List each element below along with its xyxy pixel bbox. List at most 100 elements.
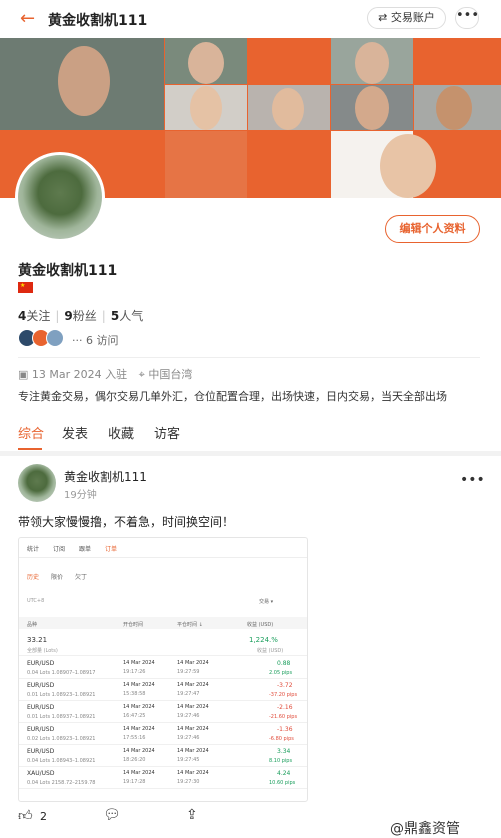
top-bar: ← 黄金收割机111 ⇄ 交易账户 ••• xyxy=(0,0,501,38)
trade-open-date: 14 Mar 2024 xyxy=(123,726,155,732)
trade-open-date: 14 Mar 2024 xyxy=(123,660,155,666)
screenshot-subtab: 欠丁 xyxy=(75,574,88,581)
trade-close-date: 14 Mar 2024 xyxy=(177,726,209,732)
trade-open-time: 19:17:28 xyxy=(123,779,146,785)
china-flag-icon: ★ xyxy=(18,282,33,293)
trade-lots: 0.04 Lots 1.08907–1.08917 xyxy=(27,670,96,676)
screenshot-subtab: 历史 xyxy=(27,574,40,581)
trade-open-time: 16:47:25 xyxy=(123,713,146,719)
trade-open-time: 17:55:16 xyxy=(123,735,146,741)
back-arrow-icon[interactable]: ← xyxy=(20,8,35,29)
location: 中国台湾 xyxy=(148,368,193,381)
tab-visitors[interactable]: 访客 xyxy=(154,423,180,442)
screenshot-trade-row: EUR/USD 0.01 Lots 1.08923–1.08921 14 Mar 2… xyxy=(19,679,307,701)
like-icon[interactable]: 👍︎ xyxy=(18,807,33,824)
post-author-name[interactable]: 黄金收割机111 xyxy=(64,468,147,485)
trade-close-time: 19:27:46 xyxy=(177,713,200,719)
post-image-trade-history[interactable]: 统计 订阅 跟单 订单 历史 限价 欠丁 UTC+8 交易 ▾ 品种 开仓时间 … xyxy=(18,537,308,802)
trade-symbol: XAU/USD xyxy=(27,770,55,777)
post-text: 带领大家慢慢撸，不着急，时间换空间！ xyxy=(18,515,235,529)
fans-label[interactable]: 粉丝 xyxy=(73,309,97,323)
trade-open-time: 15:38:58 xyxy=(123,691,146,697)
section-gap xyxy=(0,451,501,456)
screenshot-table-header: 品种 开仓时间 平仓时间 ↓ 收益 (USD) xyxy=(19,617,307,629)
screenshot-summary: 33.21 全部量 (Lots) 1,224.% 收益 (USD) xyxy=(19,634,307,656)
post-more-icon[interactable]: ••• xyxy=(460,472,485,488)
trade-symbol: EUR/USD xyxy=(27,748,55,755)
trade-lots: 0.01 Lots 1.08923–1.08921 xyxy=(27,692,96,698)
profile-avatar[interactable] xyxy=(15,152,105,242)
trade-pips: -37.20 pips xyxy=(269,692,298,698)
summary-total: 33.21 xyxy=(27,636,48,644)
share-icon[interactable]: ⇪ xyxy=(186,807,198,823)
trade-close-time: 19:27:46 xyxy=(177,735,200,741)
trade-open-date: 14 Mar 2024 xyxy=(123,748,155,754)
trade-symbol: EUR/USD xyxy=(27,726,55,733)
visitor-avatar[interactable] xyxy=(46,329,64,347)
trade-symbol: EUR/USD xyxy=(27,660,55,667)
trade-pips: 8.10 pips xyxy=(269,758,293,764)
join-date: 13 Mar 2024 入驻 xyxy=(31,368,128,381)
like-count: 2 xyxy=(40,810,47,823)
trade-lots: 0.01 Lots 1.08937–1.08921 xyxy=(27,714,96,720)
trade-close-date: 14 Mar 2024 xyxy=(177,660,209,666)
tab-posts[interactable]: 发表 xyxy=(62,423,88,442)
summary-profit: 1,224.% xyxy=(249,636,278,644)
trade-pnl: -3.72 xyxy=(277,682,293,689)
trade-open-date: 14 Mar 2024 xyxy=(123,770,155,776)
trade-pips: -21.60 pips xyxy=(269,714,298,720)
tab-favorites[interactable]: 收藏 xyxy=(108,423,134,442)
summary-total-label: 全部量 (Lots) xyxy=(27,648,58,654)
visit-count[interactable]: ··· 6 访问 xyxy=(72,332,118,348)
trade-pips: 10.60 pips xyxy=(269,780,296,786)
tab-overview[interactable]: 综合 xyxy=(18,423,44,442)
cover-photo-face xyxy=(355,42,389,84)
screenshot-trade-row: EUR/USD 0.04 Lots 1.08907–1.08917 14 Mar 2… xyxy=(19,657,307,679)
summary-profit-label: 收益 (USD) xyxy=(257,648,284,654)
screenshot-col-header: 品种 xyxy=(27,622,38,628)
popularity-label: 人气 xyxy=(119,309,144,323)
trade-lots: 0.02 Lots 1.08923–1.08921 xyxy=(27,736,96,742)
trade-close-date: 14 Mar 2024 xyxy=(177,748,209,754)
calendar-icon: ▣ xyxy=(18,368,32,381)
active-tab-indicator xyxy=(18,448,42,450)
screenshot-trade-row: EUR/USD 0.04 Lots 1.08943–1.08921 14 Mar 2… xyxy=(19,745,307,767)
cover-photo-face xyxy=(58,46,110,116)
profile-meta: ▣ 13 Mar 2024 入驻 ⌖ 中国台湾 xyxy=(18,366,192,382)
cover-photo-face xyxy=(355,86,389,130)
cover-photo-face xyxy=(380,134,436,198)
page-title: 黄金收割机111 xyxy=(48,13,148,29)
trading-account-button[interactable]: ⇄ 交易账户 xyxy=(367,7,446,29)
profile-stats: 4关注 | 9粉丝 | 5人气 xyxy=(18,309,144,323)
trade-open-time: 18:26:20 xyxy=(123,757,146,763)
edit-profile-button[interactable]: 编辑个人资料 xyxy=(385,215,480,243)
screenshot-col-header: 收益 (USD) xyxy=(247,622,274,628)
trade-symbol: EUR/USD xyxy=(27,704,55,711)
trade-close-time: 19:27:59 xyxy=(177,669,200,675)
trade-pnl: -2.16 xyxy=(277,704,293,711)
screenshot-tab: 订阅 xyxy=(53,546,66,553)
trade-open-date: 14 Mar 2024 xyxy=(123,704,155,710)
cover-photo-face xyxy=(436,86,472,130)
screenshot-tab: 跟单 xyxy=(79,546,92,553)
screenshot-tab: 订单 xyxy=(105,546,118,553)
comment-icon[interactable]: 💬︎ xyxy=(103,807,121,823)
screenshot-trade-row: EUR/USD 0.02 Lots 1.08923–1.08921 14 Mar 2… xyxy=(19,723,307,745)
profile-bio: 专注黄金交易，偶尔交易几单外汇，仓位配置合理，出场快速，日内交易，当天全部出场 xyxy=(18,390,447,403)
cover-photo-face xyxy=(190,86,222,130)
follow-label[interactable]: 关注 xyxy=(26,309,50,323)
post-time: 19分钟 xyxy=(64,490,97,501)
more-options-button[interactable]: ••• xyxy=(455,7,479,29)
screenshot-sort: 交易 ▾ xyxy=(259,599,274,605)
trade-symbol: EUR/USD xyxy=(27,682,55,689)
fans-count[interactable]: 9 xyxy=(64,309,72,323)
screenshot-trade-row: XAU/USD 0.04 Lots 2158.72–2159.78 14 Mar 2… xyxy=(19,767,307,789)
trade-close-time: 19:27:45 xyxy=(177,757,200,763)
post-author-avatar[interactable] xyxy=(18,464,56,502)
popularity-count: 5 xyxy=(110,309,120,323)
location-pin-icon: ⌖ xyxy=(138,368,149,381)
watermark: @鼎鑫资管 xyxy=(390,821,460,837)
trade-close-time: 19:27:30 xyxy=(177,779,200,785)
screenshot-tab: 统计 xyxy=(27,546,40,553)
screenshot-trade-row: EUR/USD 0.01 Lots 1.08937–1.08921 14 Mar 2… xyxy=(19,701,307,723)
